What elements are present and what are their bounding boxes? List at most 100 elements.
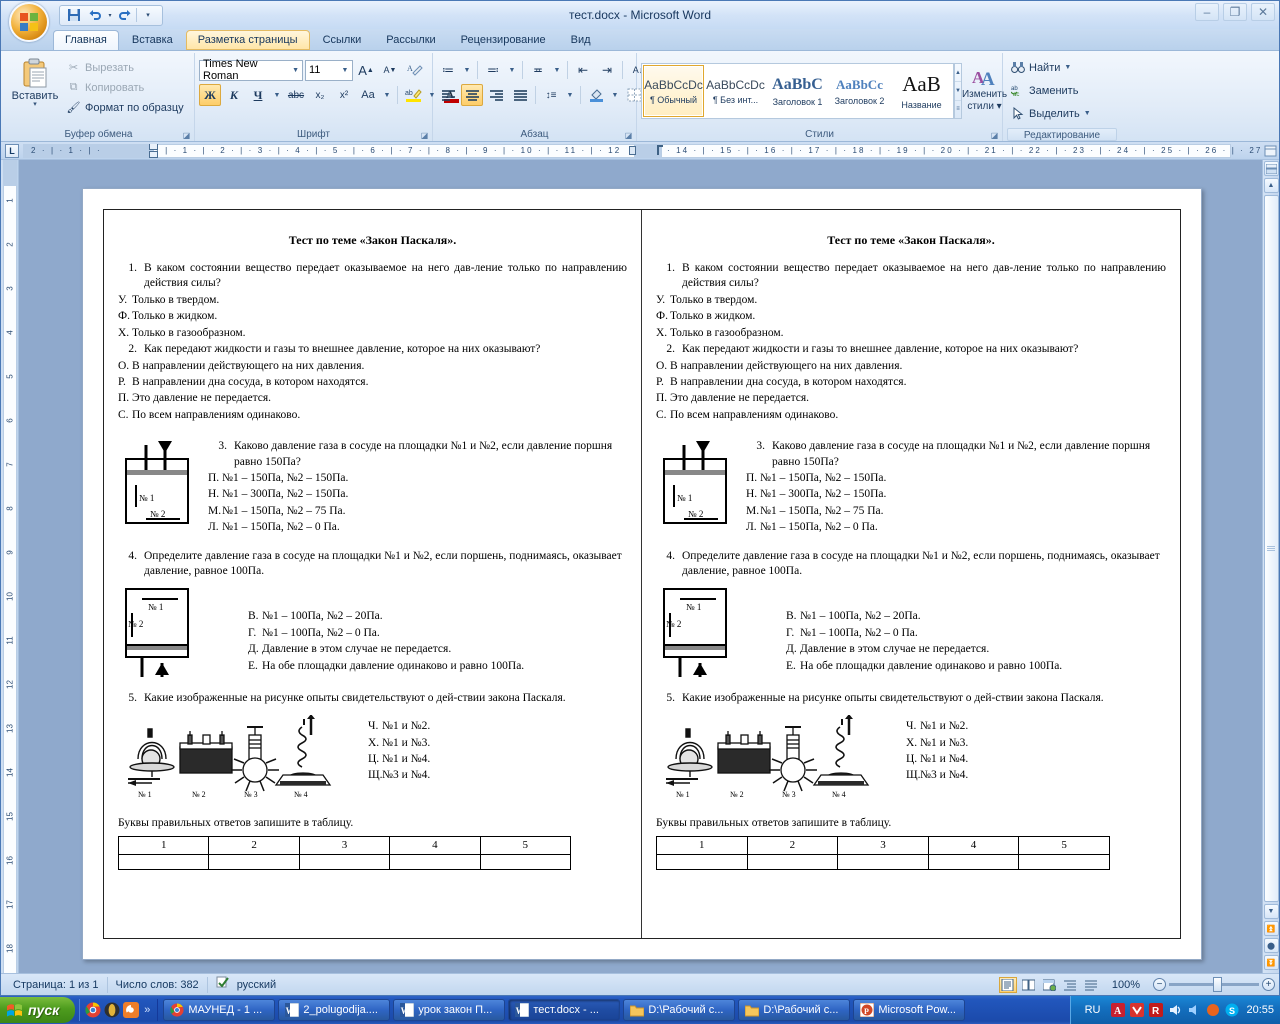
- document-page[interactable]: Тест по теме «Закон Паскаля». 1. В каком…: [82, 188, 1202, 960]
- bullets-button[interactable]: ≔: [437, 59, 459, 81]
- volume-icon[interactable]: [1168, 1003, 1182, 1017]
- answers-cell-3[interactable]: [298, 853, 391, 870]
- strikethrough-button[interactable]: abc: [285, 84, 307, 106]
- clear-formatting-button[interactable]: A: [403, 59, 425, 81]
- find-chevron-down-icon[interactable]: ▼: [1064, 64, 1071, 71]
- browser-icon[interactable]: [123, 1002, 140, 1018]
- change-styles-button[interactable]: A A Изменить стили ▾: [962, 63, 1007, 113]
- paste-button[interactable]: Вставить ▾: [7, 55, 63, 108]
- zoom-slider[interactable]: − +: [1153, 977, 1275, 992]
- styles-more-icon[interactable]: ≡: [955, 101, 961, 118]
- select-browse-object-button[interactable]: ⬤: [1263, 938, 1279, 953]
- column-marker-right[interactable]: [657, 144, 663, 155]
- line-spacing-chevron-down-icon[interactable]: ▼: [564, 84, 576, 106]
- adobe-icon[interactable]: A: [1111, 1003, 1126, 1017]
- font-size-combo[interactable]: 11 ▼: [305, 59, 353, 81]
- answers-cell-1[interactable]: [117, 853, 210, 870]
- format-painter-button[interactable]: 🖌 Формат по образцу: [63, 98, 187, 117]
- horizontal-ruler-track[interactable]: 2 · | · 1 · | · · | · 1 · | · 2 · | · 3 …: [23, 143, 1262, 158]
- shading-chevron-down-icon[interactable]: ▼: [609, 84, 621, 106]
- chrome-icon[interactable]: [85, 1002, 101, 1018]
- answers-cell-5-copy[interactable]: [1018, 853, 1110, 870]
- tab-review[interactable]: Рецензирование: [449, 30, 558, 50]
- highlight-button[interactable]: ab: [402, 84, 424, 106]
- styles-scroll-down-icon[interactable]: ▼: [955, 82, 961, 101]
- shrink-font-button[interactable]: A ▼: [379, 59, 401, 81]
- word-count-status[interactable]: Число слов: 382: [108, 976, 208, 993]
- skype-icon[interactable]: S: [1225, 1003, 1239, 1017]
- taskbar-item-3[interactable]: Wтест.docx - ...: [508, 999, 621, 1021]
- select-button[interactable]: Выделить ▼: [1007, 103, 1094, 124]
- quick-launch-more-icon[interactable]: »: [142, 1004, 152, 1016]
- answers-table[interactable]: 1 2 3 4 5: [117, 836, 572, 870]
- antivirus-icon[interactable]: R: [1149, 1003, 1164, 1017]
- language-indicator[interactable]: RU: [1079, 1004, 1107, 1016]
- answers-cell-1-copy[interactable]: [656, 853, 748, 870]
- taskbar-item-1[interactable]: W 2_polugodija....: [278, 999, 391, 1021]
- opera-icon[interactable]: [104, 1002, 120, 1018]
- clipboard-dialog-launcher[interactable]: ◪: [182, 131, 191, 140]
- tab-stop-selector[interactable]: L: [1, 142, 23, 160]
- style-heading-2[interactable]: AaBbCc Заголовок 2: [829, 65, 890, 117]
- hanging-indent-marker[interactable]: [149, 150, 158, 158]
- answers-table-copy[interactable]: 1 2 3 4 5: [656, 836, 1110, 870]
- view-outline-button[interactable]: [1062, 977, 1080, 993]
- first-line-indent-marker[interactable]: [149, 143, 158, 150]
- document-column-right[interactable]: Тест по теме «Закон Паскаля». 1. В каком…: [642, 210, 1180, 938]
- answers-cell-3-copy[interactable]: [837, 853, 929, 870]
- font-size-chevron-down-icon[interactable]: ▼: [338, 67, 352, 74]
- line-spacing-button[interactable]: ↕≡: [540, 84, 562, 106]
- styles-dialog-launcher[interactable]: ◪: [990, 131, 999, 140]
- scrollbar-thumb[interactable]: [1263, 195, 1279, 902]
- answers-cell-2[interactable]: [208, 853, 300, 870]
- decrease-indent-button[interactable]: ⇤: [572, 59, 594, 81]
- taskbar-item-4[interactable]: D:\Рабочий с...: [623, 999, 736, 1021]
- vertical-ruler[interactable]: 1 2 3 4 5 6 7 8 9 10 11 12 13 14 15 16 17 18: [1, 160, 19, 973]
- page-status[interactable]: Страница: 1 из 1: [5, 976, 108, 993]
- language-status[interactable]: русский: [208, 976, 284, 993]
- clock[interactable]: 20:55: [1244, 1004, 1274, 1016]
- cut-button[interactable]: ✂ Вырезать: [63, 58, 187, 77]
- bold-button[interactable]: Ж: [199, 84, 221, 106]
- superscript-button[interactable]: x²: [333, 84, 355, 106]
- shading-button[interactable]: [585, 84, 607, 106]
- zoom-thumb[interactable]: [1213, 977, 1222, 992]
- underline-button[interactable]: Ч: [247, 84, 269, 106]
- view-draft-button[interactable]: [1083, 977, 1101, 993]
- utorrent-icon[interactable]: [1130, 1003, 1145, 1017]
- grow-font-button[interactable]: A ▲: [355, 59, 377, 81]
- tab-insert[interactable]: Вставка: [120, 30, 185, 50]
- taskbar-item-0[interactable]: МАУНЕД - 1 ...: [163, 999, 276, 1021]
- align-right-button[interactable]: [485, 84, 507, 106]
- speaker-icon[interactable]: [1187, 1003, 1201, 1017]
- tab-home[interactable]: Главная: [53, 30, 119, 50]
- font-dialog-launcher[interactable]: ◪: [420, 131, 429, 140]
- zoom-in-button[interactable]: +: [1262, 978, 1275, 991]
- vertical-scrollbar[interactable]: ▲ ▼ ⏫ ⬤ ⏬: [1262, 160, 1279, 973]
- style-title[interactable]: AaB Название: [891, 65, 952, 117]
- ruler-view-toggle[interactable]: [1262, 142, 1279, 160]
- answers-cell-4-copy[interactable]: [927, 853, 1020, 870]
- subscript-button[interactable]: x₂: [309, 84, 331, 106]
- style-heading-1[interactable]: AaBbC Заголовок 1: [767, 65, 828, 117]
- increase-indent-button[interactable]: ⇥: [596, 59, 618, 81]
- find-button[interactable]: Найти ▼: [1007, 57, 1094, 78]
- numbering-button[interactable]: ≕: [482, 59, 504, 81]
- copy-button[interactable]: ⧉ Копировать: [63, 78, 187, 97]
- select-chevron-down-icon[interactable]: ▼: [1084, 110, 1091, 117]
- zoom-level-label[interactable]: 100%: [1104, 979, 1144, 991]
- document-column-left[interactable]: Тест по теме «Закон Паскаля». 1. В каком…: [104, 210, 642, 938]
- paste-dropdown-icon[interactable]: ▾: [33, 101, 37, 108]
- bullets-chevron-down-icon[interactable]: ▼: [461, 59, 473, 81]
- scroll-down-button[interactable]: ▼: [1263, 904, 1279, 919]
- tab-page-layout[interactable]: Разметка страницы: [185, 30, 310, 50]
- column-marker-left[interactable]: [629, 145, 636, 155]
- multilevel-list-button[interactable]: ≖: [527, 59, 549, 81]
- taskbar-item-2[interactable]: Wурок закон П...: [393, 999, 506, 1021]
- answers-cell-2-copy[interactable]: [746, 853, 839, 870]
- zoom-out-button[interactable]: −: [1153, 978, 1166, 991]
- styles-gallery-scroll[interactable]: ▲ ▼ ≡: [954, 63, 962, 119]
- font-name-combo[interactable]: Times New Roman ▼: [199, 58, 303, 82]
- next-page-button[interactable]: ⏬: [1263, 955, 1279, 970]
- tab-view[interactable]: Вид: [559, 30, 603, 50]
